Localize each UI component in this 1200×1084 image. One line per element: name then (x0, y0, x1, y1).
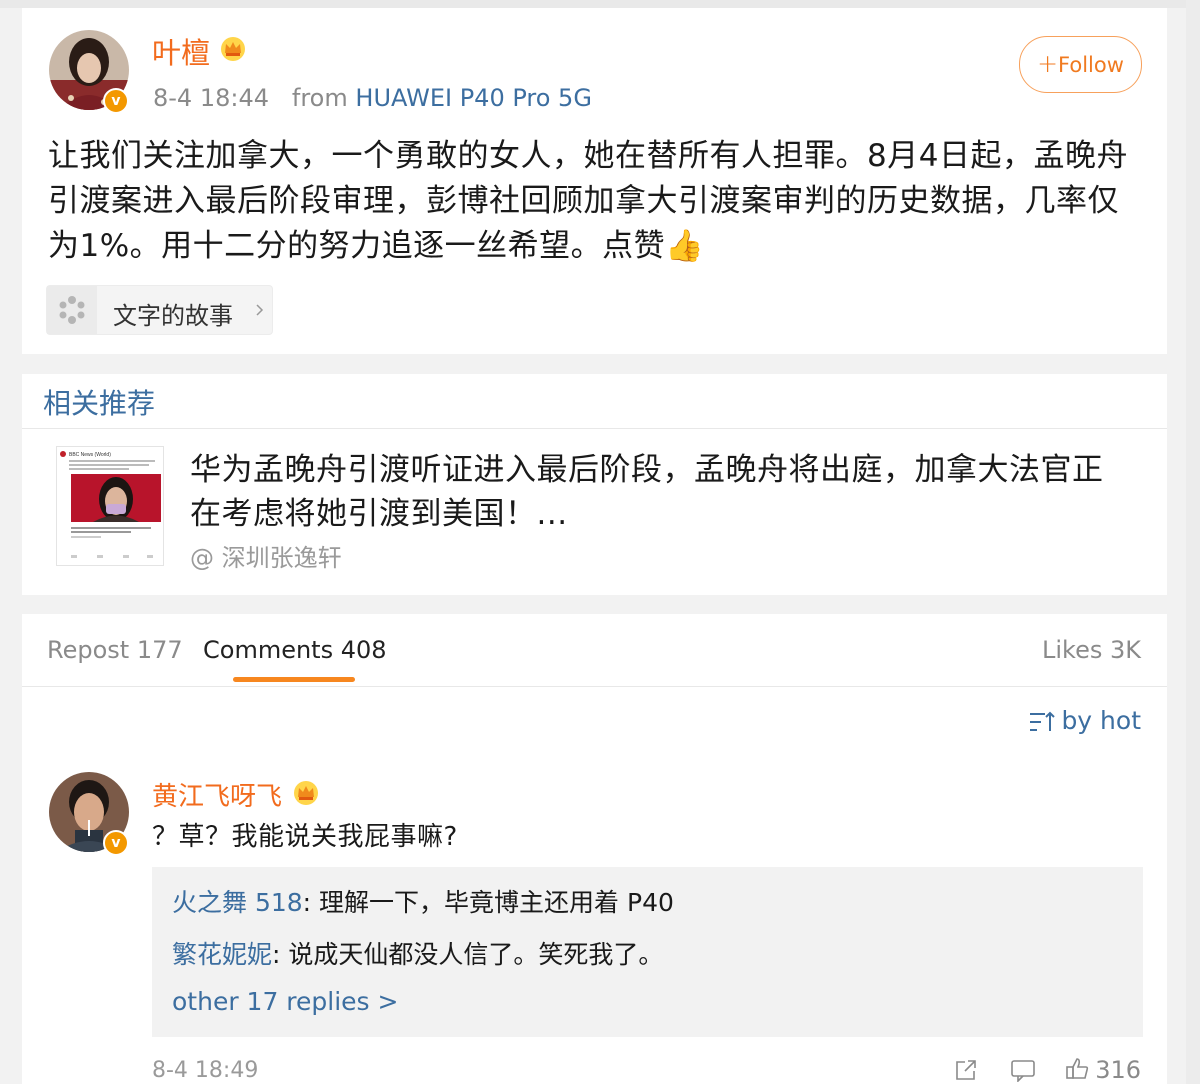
replies-box: 火之舞 518: 理解一下，毕竟博主还用着 P40 繁花妮妮: 说成天仙都没人信… (152, 867, 1143, 1037)
like-count: 316 (1095, 1056, 1141, 1084)
post-time: 8-4 18:44 (153, 84, 269, 112)
commenter-name[interactable]: 黄江飞呀飞 (152, 776, 282, 813)
reply-colon: : (272, 940, 289, 969)
plus-icon: + (1037, 49, 1059, 78)
comment-time: 8-4 18:49 (152, 1058, 259, 1083)
topic-spinner-icon (47, 286, 97, 334)
reply-text: 理解一下，毕竟博主还用着 P40 (319, 888, 674, 917)
post-card: v 叶檀 8-4 18:44 from HUAWEI P40 Pro 5G +F… (22, 8, 1167, 354)
reply-item: 繁花妮妮: 说成天仙都没人信了。笑死我了。 (172, 935, 663, 971)
reply-user[interactable]: 繁花妮妮 (172, 940, 272, 969)
related-author[interactable]: @ 深圳张逸轩 (190, 538, 342, 573)
comments-card: Repost 177 Comments 408 Likes 3K by hot … (22, 614, 1167, 1084)
thumb-account: BBC News (World) (69, 452, 111, 458)
top-edge (0, 0, 1200, 8)
tweet-screenshot-image: BBC News (World) (57, 447, 163, 565)
related-section-title: 相关推荐 (43, 387, 156, 420)
related-thumbnail[interactable]: BBC News (World) (56, 446, 164, 566)
follow-button[interactable]: +Follow (1019, 36, 1142, 93)
related-card: 相关推荐 BBC News (World) 华为孟晚舟引渡听证进入最后阶段，孟晚… (22, 374, 1167, 595)
post-text: 让我们关注加拿大，一个勇敢的女人，她在替所有人担罪。8月4日起，孟晚舟引渡案进入… (48, 138, 1128, 264)
comment-text: ？草？我能说关我屁事嘛? (152, 822, 458, 852)
reply-item: 火之舞 518: 理解一下，毕竟博主还用着 P40 (172, 883, 674, 919)
crown-icon (221, 37, 245, 61)
follow-label: Follow (1058, 53, 1124, 77)
divider (22, 686, 1167, 687)
share-icon[interactable] (954, 1058, 978, 1082)
tab-repost[interactable]: Repost 177 (47, 636, 183, 664)
post-meta: 8-4 18:44 from HUAWEI P40 Pro 5G (153, 84, 592, 112)
topic-chip[interactable]: 文字的故事 (46, 285, 273, 335)
crown-icon (294, 781, 318, 805)
from-label: from (291, 84, 348, 112)
author-name[interactable]: 叶檀 (152, 30, 210, 72)
sort-icon (1030, 711, 1056, 731)
verified-badge: v (103, 830, 129, 856)
comment-icon[interactable] (1010, 1058, 1036, 1082)
divider (22, 428, 1167, 429)
sort-label: by hot (1061, 706, 1141, 735)
tab-comments[interactable]: Comments 408 (203, 636, 387, 664)
scroll-gutter (1186, 0, 1200, 1084)
chevron-right-icon (256, 304, 264, 316)
active-tab-indicator (233, 677, 355, 682)
reply-colon: : (302, 888, 320, 917)
sort-button[interactable]: by hot (1029, 706, 1141, 735)
verified-badge: v (103, 88, 129, 114)
reply-text: 说成天仙都没人信了。笑死我了。 (288, 940, 664, 969)
like-icon[interactable] (1065, 1056, 1091, 1082)
reply-user[interactable]: 火之舞 518 (172, 888, 303, 917)
related-headline[interactable]: 华为孟晚舟引渡听证进入最后阶段，孟晚舟将出庭，加拿大法官正在考虑将她引渡到美国！… (190, 448, 1120, 536)
tab-likes[interactable]: Likes 3K (1042, 636, 1141, 664)
topic-label: 文字的故事 (113, 302, 233, 330)
more-replies-link[interactable]: other 17 replies > (172, 987, 398, 1016)
post-source[interactable]: HUAWEI P40 Pro 5G (355, 84, 592, 112)
